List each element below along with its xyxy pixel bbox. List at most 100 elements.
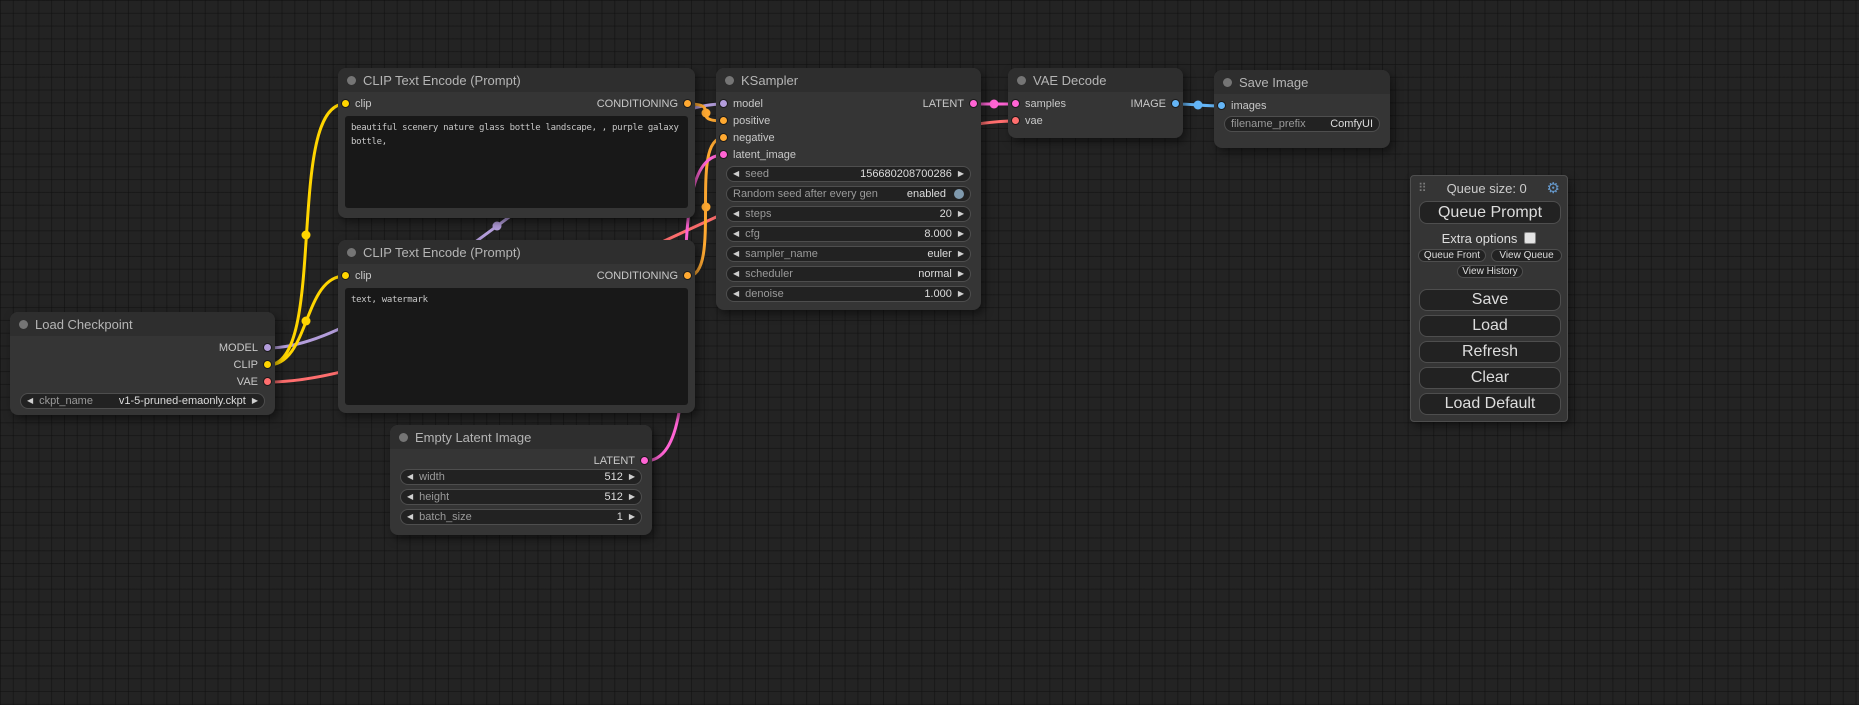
settings-gear-icon[interactable]: ⚙: [1547, 181, 1560, 196]
node-title-bar[interactable]: KSampler: [716, 68, 981, 92]
load-default-button[interactable]: Load Default: [1419, 393, 1561, 415]
increment-arrow-icon[interactable]: ▶: [958, 250, 964, 258]
view-queue-button[interactable]: View Queue: [1491, 249, 1562, 262]
collapse-dot-icon[interactable]: [19, 320, 28, 329]
widget-denoise[interactable]: ◀ denoise 1.000 ▶: [726, 286, 971, 302]
refresh-button[interactable]: Refresh: [1419, 341, 1561, 363]
widget-batch-size[interactable]: ◀ batch_size 1 ▶: [400, 509, 642, 525]
output-port-latent[interactable]: LATENT: [594, 455, 649, 467]
negative-prompt-textarea[interactable]: text, watermark: [345, 288, 688, 405]
decrement-arrow-icon[interactable]: ◀: [407, 473, 413, 481]
output-port-latent[interactable]: LATENT: [923, 98, 978, 110]
widget-cfg[interactable]: ◀ cfg 8.000 ▶: [726, 226, 971, 242]
decrement-arrow-icon[interactable]: ◀: [733, 210, 739, 218]
latent-port-dot[interactable]: [719, 150, 728, 159]
output-port-conditioning[interactable]: CONDITIONING: [597, 270, 692, 282]
save-button[interactable]: Save: [1419, 289, 1561, 311]
increment-arrow-icon[interactable]: ▶: [629, 473, 635, 481]
widget-width[interactable]: ◀ width 512 ▶: [400, 469, 642, 485]
collapse-dot-icon[interactable]: [347, 76, 356, 85]
node-save-image[interactable]: Save Image images filename_prefix ComfyU…: [1214, 70, 1390, 148]
widget-seed[interactable]: ◀ seed 156680208700286 ▶: [726, 166, 971, 182]
conditioning-port-dot[interactable]: [719, 116, 728, 125]
node-load-checkpoint[interactable]: Load Checkpoint MODEL CLIP VAE: [10, 312, 275, 415]
input-port-samples[interactable]: samples: [1011, 98, 1066, 110]
latent-port-dot[interactable]: [969, 99, 978, 108]
node-title-bar[interactable]: Load Checkpoint: [10, 312, 275, 336]
latent-port-dot[interactable]: [640, 456, 649, 465]
collapse-dot-icon[interactable]: [1017, 76, 1026, 85]
model-port-dot[interactable]: [263, 343, 272, 352]
drag-handle-icon[interactable]: ⠿: [1418, 181, 1427, 195]
decrement-arrow-icon[interactable]: ◀: [733, 230, 739, 238]
widget-height[interactable]: ◀ height 512 ▶: [400, 489, 642, 505]
widget-sampler-name[interactable]: ◀ sampler_name euler ▶: [726, 246, 971, 262]
decrement-arrow-icon[interactable]: ◀: [733, 250, 739, 258]
clear-button[interactable]: Clear: [1419, 367, 1561, 389]
widget-ckpt-name[interactable]: ◀ ckpt_name v1-5-pruned-emaonly.ckpt ▶: [20, 393, 265, 409]
increment-arrow-icon[interactable]: ▶: [958, 230, 964, 238]
widget-steps[interactable]: ◀ steps 20 ▶: [726, 206, 971, 222]
queue-front-button[interactable]: Queue Front: [1418, 249, 1486, 262]
node-empty-latent-image[interactable]: Empty Latent Image LATENT ◀ width 512 ▶ …: [390, 425, 652, 535]
load-button[interactable]: Load: [1419, 315, 1561, 337]
model-port-dot[interactable]: [719, 99, 728, 108]
widget-filename-prefix[interactable]: filename_prefix ComfyUI: [1224, 116, 1380, 132]
input-port-positive[interactable]: positive: [719, 115, 770, 127]
collapse-dot-icon[interactable]: [725, 76, 734, 85]
output-port-model[interactable]: MODEL: [219, 342, 272, 354]
widget-scheduler[interactable]: ◀ scheduler normal ▶: [726, 266, 971, 282]
vae-port-dot[interactable]: [263, 377, 272, 386]
queue-prompt-button[interactable]: Queue Prompt: [1419, 201, 1561, 224]
increment-arrow-icon[interactable]: ▶: [958, 290, 964, 298]
increment-arrow-icon[interactable]: ▶: [958, 270, 964, 278]
node-title-bar[interactable]: Save Image: [1214, 70, 1390, 94]
latent-port-dot[interactable]: [1011, 99, 1020, 108]
image-port-dot[interactable]: [1217, 101, 1226, 110]
node-title-bar[interactable]: Empty Latent Image: [390, 425, 652, 449]
collapse-dot-icon[interactable]: [347, 248, 356, 257]
conditioning-port-dot[interactable]: [683, 99, 692, 108]
conditioning-port-dot[interactable]: [719, 133, 728, 142]
increment-arrow-icon[interactable]: ▶: [629, 513, 635, 521]
input-port-vae[interactable]: vae: [1011, 115, 1043, 127]
decrement-arrow-icon[interactable]: ◀: [407, 513, 413, 521]
extra-options-checkbox[interactable]: [1524, 232, 1536, 244]
output-port-vae[interactable]: VAE: [237, 376, 272, 388]
input-port-model[interactable]: model: [719, 98, 763, 110]
output-port-clip[interactable]: CLIP: [234, 359, 272, 371]
decrement-arrow-icon[interactable]: ◀: [733, 290, 739, 298]
node-title-bar[interactable]: CLIP Text Encode (Prompt): [338, 68, 695, 92]
toggle-dot-icon[interactable]: [954, 189, 964, 199]
clip-port-dot[interactable]: [341, 99, 350, 108]
image-port-dot[interactable]: [1171, 99, 1180, 108]
output-port-conditioning[interactable]: CONDITIONING: [597, 98, 692, 110]
input-port-latent-image[interactable]: latent_image: [719, 149, 796, 161]
input-port-clip[interactable]: clip: [341, 270, 372, 282]
conditioning-port-dot[interactable]: [683, 271, 692, 280]
increment-arrow-icon[interactable]: ▶: [629, 493, 635, 501]
node-title-bar[interactable]: CLIP Text Encode (Prompt): [338, 240, 695, 264]
increment-arrow-icon[interactable]: ▶: [252, 397, 258, 405]
clip-port-dot[interactable]: [341, 271, 350, 280]
decrement-arrow-icon[interactable]: ◀: [27, 397, 33, 405]
increment-arrow-icon[interactable]: ▶: [958, 210, 964, 218]
decrement-arrow-icon[interactable]: ◀: [733, 270, 739, 278]
node-clip-text-encode-positive[interactable]: CLIP Text Encode (Prompt) clip CONDITION…: [338, 68, 695, 218]
view-history-button[interactable]: View History: [1457, 265, 1523, 278]
clip-port-dot[interactable]: [263, 360, 272, 369]
node-ksampler[interactable]: KSampler model LATENT positive: [716, 68, 981, 310]
input-port-images[interactable]: images: [1217, 100, 1266, 112]
output-port-image[interactable]: IMAGE: [1131, 98, 1180, 110]
vae-port-dot[interactable]: [1011, 116, 1020, 125]
input-port-negative[interactable]: negative: [719, 132, 775, 144]
node-clip-text-encode-negative[interactable]: CLIP Text Encode (Prompt) clip CONDITION…: [338, 240, 695, 413]
positive-prompt-textarea[interactable]: beautiful scenery nature glass bottle la…: [345, 116, 688, 208]
input-port-clip[interactable]: clip: [341, 98, 372, 110]
node-vae-decode[interactable]: VAE Decode samples IMAGE vae: [1008, 68, 1183, 138]
increment-arrow-icon[interactable]: ▶: [958, 170, 964, 178]
node-graph-canvas[interactable]: Load Checkpoint MODEL CLIP VAE: [0, 0, 1859, 705]
widget-control-after-generate[interactable]: Random seed after every gen enabled: [726, 186, 971, 202]
collapse-dot-icon[interactable]: [1223, 78, 1232, 87]
collapse-dot-icon[interactable]: [399, 433, 408, 442]
